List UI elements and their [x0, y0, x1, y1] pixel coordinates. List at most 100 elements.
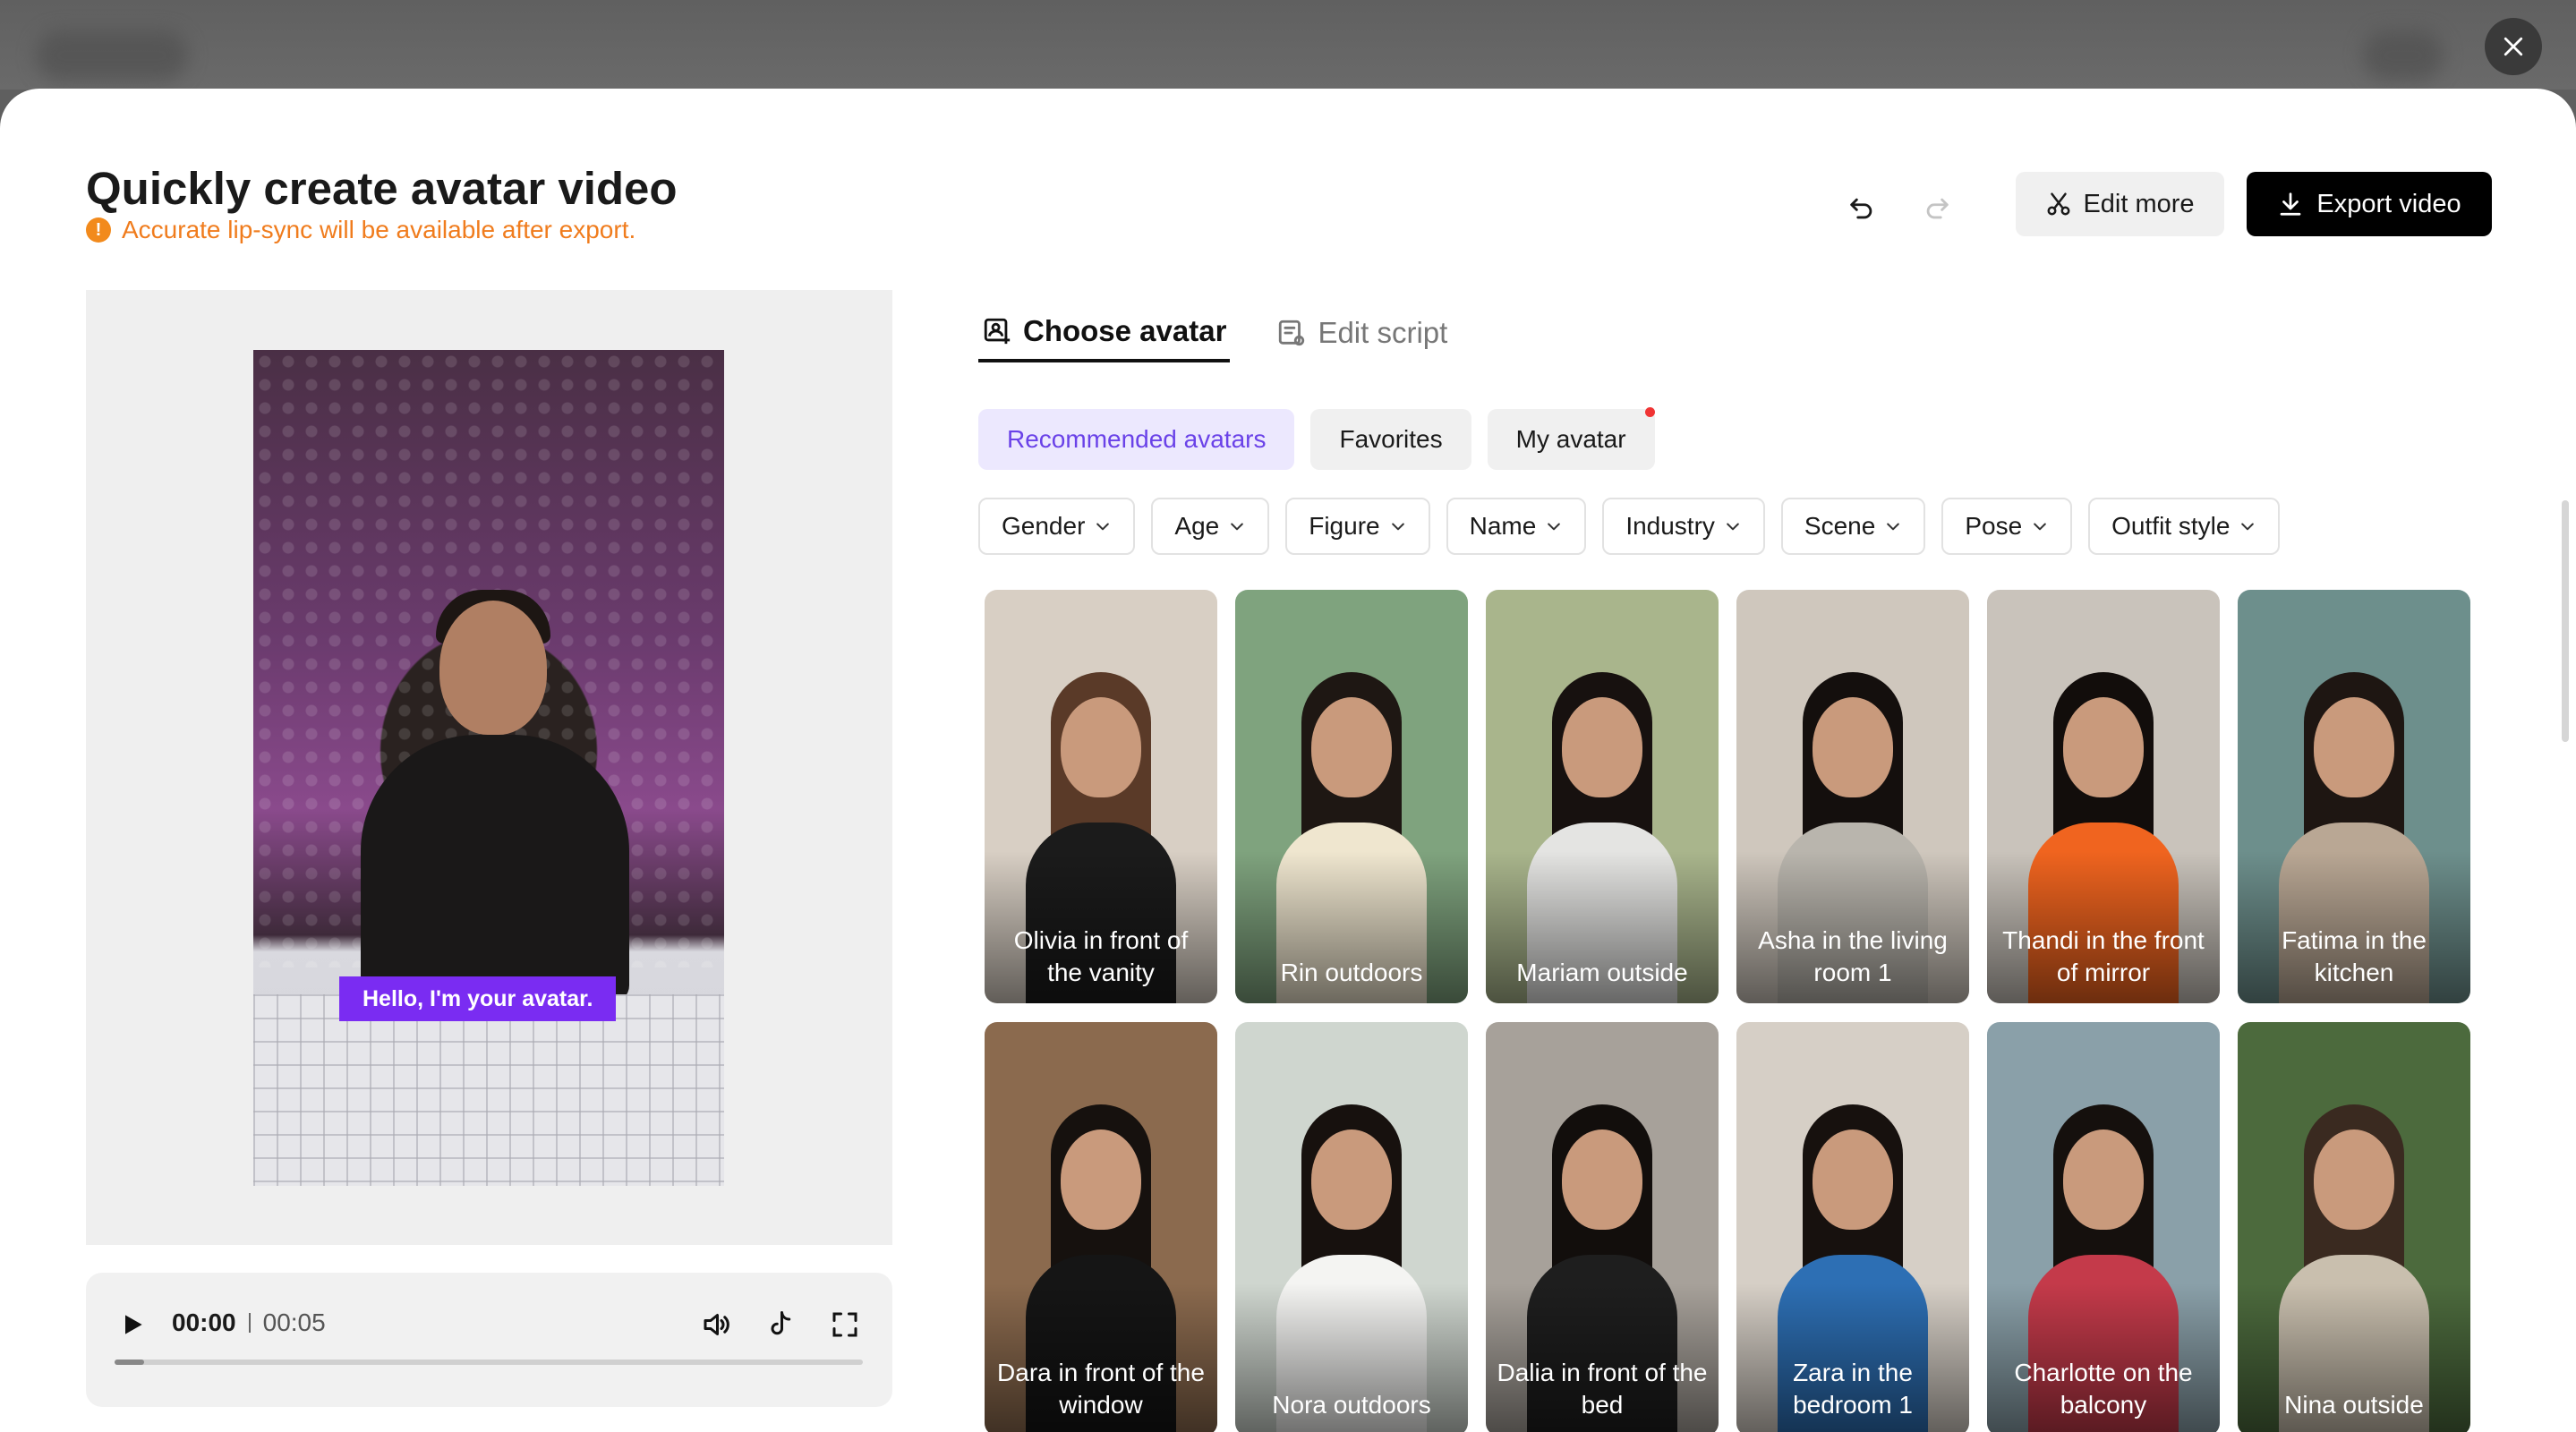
undo-icon — [1850, 198, 1872, 219]
notification-dot — [1644, 407, 1655, 417]
volume-button[interactable] — [695, 1303, 738, 1346]
chip-my-avatar[interactable]: My avatar — [1487, 407, 1655, 470]
chip-favorites[interactable]: Favorites — [1310, 409, 1471, 470]
filter-name[interactable]: Name — [1446, 498, 1587, 555]
filter-figure[interactable]: Figure — [1285, 498, 1430, 555]
chevron-down-icon — [2241, 523, 2255, 531]
avatar-face — [1061, 697, 1141, 797]
avatar-video-frame: Hello, I'm your avatar. — [253, 350, 724, 1186]
avatar-face — [1813, 1129, 1893, 1230]
avatar-face — [1061, 1129, 1141, 1230]
avatar-name: Dara in front of the window — [997, 1359, 1205, 1419]
filter-industry[interactable]: Industry — [1602, 498, 1765, 555]
avatar-card[interactable]: Dalia in front of the bed — [1486, 1022, 1719, 1432]
chevron-down-icon — [1391, 523, 1404, 531]
avatar-name: Zara in the bedroom 1 — [1793, 1359, 1913, 1419]
avatar-select-icon — [984, 318, 1011, 345]
time-separator — [248, 1313, 251, 1333]
avatar-name: Mariam outside — [1516, 959, 1688, 986]
tab-edit-script-label: Edit script — [1318, 316, 1448, 349]
avatar-face — [2063, 697, 2144, 797]
avatar-face — [2314, 697, 2394, 797]
play-button[interactable] — [113, 1305, 152, 1344]
chip-label: Recommended avatars — [1007, 425, 1267, 453]
close-button[interactable] — [2485, 18, 2542, 75]
avatar-face — [2314, 1129, 2394, 1230]
chevron-down-icon — [2034, 523, 2046, 531]
notice-text: Accurate lip-sync will be available afte… — [122, 216, 636, 243]
avatar-name: Rin outdoors — [1280, 959, 1423, 986]
filter-label: Gender — [1002, 512, 1086, 540]
tiktok-preview-button[interactable] — [759, 1303, 802, 1346]
avatar-face — [1311, 697, 1392, 797]
fullscreen-icon — [832, 1312, 857, 1337]
scrollbar[interactable] — [2562, 500, 2569, 742]
fullscreen-button[interactable] — [823, 1303, 866, 1346]
edit-more-label: Edit more — [2083, 189, 2195, 218]
avatar-card[interactable]: Rin outdoors — [1235, 590, 1468, 1003]
backdrop — [0, 0, 2576, 90]
current-time: 00:00 — [172, 1308, 236, 1336]
backdrop-blur-right — [2363, 30, 2444, 81]
avatar-card[interactable]: Charlotte on the balcony — [1987, 1022, 2220, 1432]
filter-label: Age — [1174, 512, 1220, 540]
filter-label: Outfit style — [2111, 512, 2231, 540]
close-icon — [2503, 37, 2523, 56]
avatar-card[interactable]: Asha in the living room 1 — [1736, 590, 1969, 1003]
avatar-card[interactable]: Zara in the bedroom 1 — [1736, 1022, 1969, 1432]
avatar-card[interactable]: Mariam outside — [1486, 590, 1719, 1003]
redo-icon — [1926, 198, 1949, 219]
video-caption: Hello, I'm your avatar. — [339, 976, 617, 1021]
filter-label: Figure — [1309, 512, 1380, 540]
play-icon — [125, 1315, 142, 1334]
keyboard-prop — [253, 994, 724, 1186]
avatar-card[interactable]: Nina outside — [2238, 1022, 2470, 1432]
filter-label: Name — [1469, 512, 1537, 540]
avatar-card[interactable]: Thandi in the front of mirror — [1987, 590, 2220, 1003]
tab-choose-avatar[interactable]: Choose avatar — [978, 303, 1231, 362]
filter-gender[interactable]: Gender — [978, 498, 1136, 555]
filter-label: Scene — [1804, 512, 1876, 540]
page-title: Quickly create avatar video — [86, 163, 678, 214]
chip-recommended-avatars[interactable]: Recommended avatars — [978, 409, 1295, 470]
export-video-label: Export video — [2316, 189, 2461, 218]
avatar-card[interactable]: Olivia in front of the vanity — [985, 590, 1217, 1003]
avatar-figure-head — [439, 601, 547, 735]
chevron-down-icon — [1231, 523, 1244, 531]
chevron-down-icon — [1548, 523, 1561, 531]
scissors-icon — [2047, 192, 2070, 216]
avatar-card[interactable]: Dara in front of the window — [985, 1022, 1217, 1432]
filter-scene[interactable]: Scene — [1780, 498, 1926, 555]
avatar-name: Nora outdoors — [1272, 1391, 1431, 1419]
chevron-down-icon — [1096, 523, 1110, 531]
export-video-button[interactable]: Export video — [2247, 172, 2492, 236]
avatar-card[interactable]: Fatima in the kitchen — [2238, 590, 2470, 1003]
avatar-name: Olivia in front of the vanity — [1013, 926, 1189, 986]
tab-choose-avatar-label: Choose avatar — [1023, 314, 1227, 347]
avatar-grid: Olivia in front of the vanity Rin outdoor… — [985, 590, 2470, 1432]
undo-button[interactable] — [1837, 183, 1887, 234]
progress-fill — [115, 1360, 145, 1365]
filter-outfit-style[interactable]: Outfit style — [2088, 498, 2281, 555]
video-player-controls: 00:00 00:05 — [86, 1273, 892, 1407]
avatar-name: Nina outside — [2284, 1391, 2424, 1419]
avatar-card[interactable]: Nora outdoors — [1235, 1022, 1468, 1432]
time-display: 00:00 00:05 — [172, 1308, 326, 1337]
chevron-down-icon — [1887, 523, 1900, 531]
tab-edit-script[interactable]: Edit script — [1273, 303, 1451, 362]
video-preview-panel: Hello, I'm your avatar. — [86, 290, 892, 1245]
avatar-name: Dalia in front of the bed — [1497, 1359, 1708, 1419]
filter-label: Pose — [1965, 512, 2023, 540]
redo-button[interactable] — [1912, 183, 1962, 234]
backdrop-blur-left — [36, 30, 188, 81]
filter-pose[interactable]: Pose — [1941, 498, 2073, 555]
download-icon — [2281, 192, 2301, 216]
filter-age[interactable]: Age — [1151, 498, 1270, 555]
chip-label: My avatar — [1515, 425, 1626, 453]
avatar-face — [2063, 1129, 2144, 1230]
progress-bar[interactable] — [115, 1360, 863, 1365]
avatar-face — [1562, 697, 1642, 797]
avatar-name: Thandi in the front of mirror — [2002, 926, 2205, 986]
edit-more-button[interactable]: Edit more — [2016, 172, 2224, 236]
avatar-face — [1813, 697, 1893, 797]
